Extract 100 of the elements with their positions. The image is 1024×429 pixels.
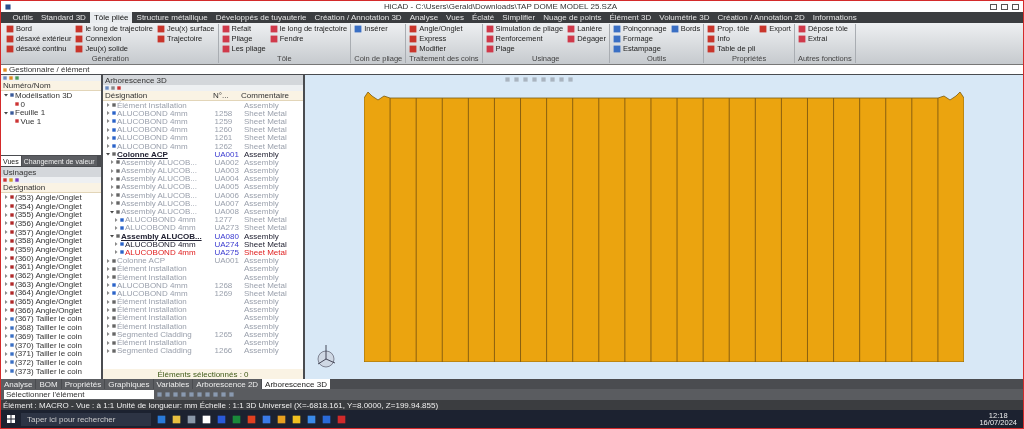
machining-item[interactable]: (363) Angle/Onglet (15, 279, 82, 289)
comment-cell: Assembly (244, 305, 279, 315)
tree-item-label[interactable]: Vue 1 (20, 116, 42, 126)
comment-cell: Sheet Metal (244, 215, 287, 225)
panel-tab[interactable]: Analyse (1, 379, 36, 389)
machining-item[interactable]: (357) Angle/Onglet (15, 227, 82, 237)
element-manager-label: Gestionnaire / élément (9, 65, 90, 74)
machining-item[interactable]: (366) Angle/Onglet (15, 305, 82, 315)
machining-item[interactable]: (359) Angle/Onglet (15, 244, 82, 254)
menu-tab[interactable]: Structure métallique (133, 12, 212, 23)
number-cell: UA008 (214, 207, 239, 217)
comment-cell: Sheet Metal (244, 108, 287, 118)
tree-item-label[interactable]: ALUCOBOND 4mm (125, 247, 196, 257)
comment-cell: Sheet Metal (244, 280, 287, 290)
menu-tab[interactable]: Vues (442, 12, 468, 23)
panel-tab[interactable]: Arborescence 2D (193, 379, 262, 389)
tree-item-label[interactable]: 0 (20, 99, 25, 109)
panel-title: Usinages (1, 167, 101, 177)
comment-cell: Sheet Metal (244, 116, 287, 126)
search-field[interactable]: Taper ici pour rechercher (21, 412, 151, 426)
comment-cell: Sheet Metal (244, 223, 287, 233)
column-header: Désignation (3, 183, 46, 192)
machining-item[interactable]: (373) Tailler le coin (15, 366, 82, 376)
machining-item[interactable]: (361) Angle/Onglet (15, 262, 82, 272)
column-header[interactable]: N°... (213, 91, 229, 100)
comment-cell: Assembly (244, 321, 279, 331)
machining-item[interactable]: (356) Angle/Onglet (15, 218, 82, 228)
comment-cell: Assembly (244, 149, 279, 159)
close-button[interactable] (1012, 3, 1019, 10)
number-cell: 1259 (214, 116, 233, 126)
menu-tab[interactable]: Création / Annotation 2D (714, 12, 809, 23)
machining-item[interactable]: (354) Angle/Onglet (15, 201, 82, 211)
machining-item[interactable]: (367) Tailler le coin (15, 314, 82, 324)
tree-item-label[interactable]: Assembly ALUCOB... (121, 231, 202, 241)
menu-tab[interactable]: Élément 3D (605, 12, 655, 23)
menu-tab[interactable]: Tôle pliée (90, 12, 133, 23)
comment-cell: Assembly (244, 198, 279, 208)
number-cell: 1266 (214, 346, 233, 356)
machining-item[interactable]: (371) Tailler le coin (15, 349, 82, 359)
tree-item-label[interactable]: Modélisation 3D (15, 90, 73, 100)
menu-tab[interactable]: Volumétrie 3D (655, 12, 713, 23)
selection-field[interactable]: Sélectionner l'élément (4, 390, 154, 399)
number-cell: 1265 (214, 329, 233, 339)
machining-item[interactable]: (370) Tailler le coin (15, 340, 82, 350)
number-cell: UA007 (214, 198, 239, 208)
comment-cell: Assembly (244, 166, 279, 176)
comment-cell: Assembly (244, 174, 279, 184)
number-cell: UA273 (214, 223, 239, 233)
comment-cell: Assembly (244, 101, 279, 110)
panel-tab[interactable]: Variables (153, 379, 193, 389)
panel-title: Arborescence 3D (103, 75, 303, 85)
comment-cell: Assembly (244, 207, 279, 217)
machining-item[interactable]: (368) Tailler le coin (15, 323, 82, 333)
number-cell: 1277 (214, 215, 233, 225)
menu-tab[interactable]: Nuage de points (539, 12, 605, 23)
number-cell: 1269 (214, 288, 233, 298)
machining-item[interactable]: (362) Angle/Onglet (15, 271, 82, 281)
number-cell: UA080 (214, 231, 239, 241)
menu-tab[interactable]: Standard 3D (37, 12, 90, 23)
comment-cell: Sheet Metal (244, 239, 287, 249)
comment-cell: Assembly (244, 231, 279, 241)
window-title: HiCAD - C:\Users\Gerald\Downloads\TAP DOME MODEL 25.SZA (382, 2, 619, 11)
status-text: Élément : MACRO - Vue : à 1:1 Unité de longueur: mm Échelle : 1:1 3D Universel (X=-6818.161, Y=8.0000, Z=199.94.855) (1, 400, 1023, 410)
number-cell: UA275 (214, 247, 239, 257)
comment-cell: Sheet Metal (244, 141, 287, 151)
machining-item[interactable]: (364) Angle/Onglet (15, 288, 82, 298)
menu-tab[interactable]: Éclaté (468, 12, 498, 23)
panel-tab[interactable]: BOM (36, 379, 61, 389)
minimize-button[interactable] (990, 3, 997, 10)
machining-item[interactable]: (358) Angle/Onglet (15, 236, 82, 246)
number-cell: UA002 (214, 157, 239, 167)
tree-item-label[interactable]: Feuille 1 (15, 108, 46, 118)
menu-tab[interactable]: Développés de tuyauterie (212, 12, 310, 23)
machining-item[interactable]: (372) Tailler le coin (15, 357, 82, 367)
machining-item[interactable]: (355) Angle/Onglet (15, 210, 82, 220)
machining-item[interactable]: (369) Tailler le coin (15, 331, 82, 341)
panel-tab[interactable]: Arborescence 3D (262, 379, 330, 389)
tree-item-label[interactable]: Colonne ACP (117, 149, 168, 159)
number-cell: 1258 (214, 108, 233, 118)
menu-tab[interactable]: Informations (809, 12, 861, 23)
number-cell: 1260 (214, 125, 233, 135)
windows-start-icon[interactable] (7, 415, 15, 423)
tree-item-label[interactable]: ALUCOBOND 4mm (125, 239, 196, 249)
column-header[interactable]: Désignation (105, 91, 148, 100)
number-cell: 1268 (214, 280, 233, 290)
maximize-button[interactable] (1001, 3, 1008, 10)
number-cell: UA003 (214, 166, 239, 176)
panel-tab[interactable]: Graphiques (105, 379, 153, 389)
menu-tab[interactable]: Outils (9, 12, 37, 23)
menu-tab[interactable]: Simplifier (498, 12, 539, 23)
comment-cell: Assembly (244, 329, 279, 339)
machining-item[interactable]: (360) Angle/Onglet (15, 253, 82, 263)
comment-cell: Assembly (244, 346, 279, 356)
comment-cell: Assembly (244, 182, 279, 192)
machining-item[interactable]: (365) Angle/Onglet (15, 297, 82, 307)
menu-tab[interactable]: Analyse (406, 12, 442, 23)
column-header[interactable]: Commentaire (241, 91, 289, 100)
panel-tab[interactable]: Propriétés (61, 379, 105, 389)
menu-tab[interactable]: Création / Annotation 3D (310, 12, 406, 23)
machining-item[interactable]: (353) Angle/Onglet (15, 192, 82, 202)
